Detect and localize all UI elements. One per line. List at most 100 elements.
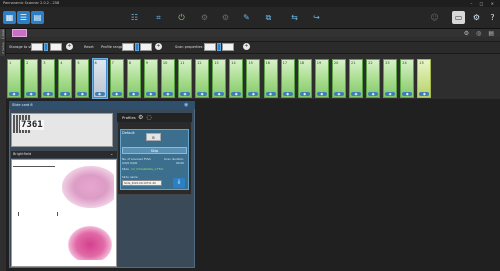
slide-slot[interactable]: 21 ◉ [349, 59, 363, 98]
eye-icon[interactable]: ◉ [77, 92, 88, 96]
user-icon[interactable]: ☺ [428, 11, 441, 24]
settings-row [6, 41, 500, 54]
skip-button[interactable]: Skip [122, 147, 187, 154]
slide-slot[interactable]: 9 ◉ [143, 59, 158, 98]
scan-queue-row [6, 29, 500, 37]
eye-icon[interactable]: ◉ [333, 92, 344, 96]
slide-slot[interactable]: 10 ◉ [160, 59, 175, 98]
chevron-down-icon[interactable]: ⌄ [110, 151, 113, 156]
eye-icon[interactable]: ◉ [214, 92, 225, 96]
slide-slot[interactable]: 20 ◉ [331, 59, 346, 98]
eye-icon[interactable]: ◉ [282, 92, 293, 96]
slot-number: 15 [248, 61, 253, 65]
slide-slot[interactable]: 3 ◉ [41, 59, 56, 98]
eye-icon[interactable]: ◉ [180, 92, 190, 96]
eye-icon[interactable]: ◉ [419, 92, 430, 96]
slide-slot[interactable]: 19 ◉ [314, 59, 329, 98]
reset-label[interactable]: Reset [84, 45, 94, 49]
eye-icon[interactable]: ◉ [26, 92, 37, 96]
eye-icon[interactable]: ◉ [9, 92, 19, 96]
eye-icon[interactable]: ◉ [94, 92, 105, 96]
slide-slot[interactable]: 25 ◉ [417, 59, 432, 98]
export-icon[interactable]: ⇆ [288, 11, 301, 24]
eye-icon[interactable]: ◉ [111, 92, 122, 96]
slide-slot[interactable]: 22 ◉ [366, 59, 381, 98]
eye-icon[interactable]: ◉ [184, 102, 188, 108]
eye-icon[interactable]: ◉ [402, 92, 413, 96]
scan-spin[interactable] [217, 43, 221, 51]
eye-icon[interactable]: ◉ [368, 92, 379, 96]
slot-number: 21 [351, 61, 356, 65]
eye-icon[interactable]: ◉ [248, 92, 259, 96]
eye-icon[interactable]: ◉ [197, 92, 208, 96]
storage-from-field[interactable]: 1 [31, 43, 43, 60]
slide-slot[interactable]: 14 ◉ [229, 59, 244, 98]
view-grid-icon[interactable]: ▦ [3, 11, 16, 24]
slide-slot[interactable]: 24 ◉ [400, 59, 415, 98]
transfer-icon[interactable]: ↪ [310, 11, 323, 24]
adjust-icon[interactable]: ☷ [128, 11, 141, 24]
slide-slot[interactable]: 7 ◉ [109, 59, 124, 98]
scan-queue-tab[interactable] [12, 29, 27, 37]
eye-icon[interactable]: ◉ [299, 92, 310, 96]
view-tiles-icon[interactable]: ▤ [31, 11, 44, 24]
scan-from-field[interactable]: 1 [204, 43, 216, 60]
slide-slot[interactable]: 18 ◉ [297, 59, 312, 98]
edit-icon[interactable]: ✎ [240, 11, 253, 24]
slot-number: 6 [94, 61, 97, 65]
row-gear-icon[interactable]: ⚙ [464, 30, 469, 37]
row-target-icon[interactable]: ◎ [476, 30, 481, 37]
help-icon[interactable]: ? [486, 11, 499, 24]
network-icon[interactable]: ⧉ [262, 11, 275, 24]
slide-slot[interactable]: 13 ◉ [212, 59, 227, 98]
scan-marker-line [13, 166, 55, 167]
slide-name-field[interactable]: Slide_2020-09-10T11:46 [122, 180, 162, 186]
profile-to-field[interactable]: 1 [140, 43, 152, 60]
slide-slot[interactable]: 12 ◉ [195, 59, 210, 98]
profile-spin[interactable] [135, 43, 139, 51]
power-icon[interactable]: ⏻ [175, 11, 188, 24]
microscope-icon[interactable]: ⌗ [152, 11, 165, 24]
eye-icon[interactable]: ◉ [128, 92, 139, 96]
slide-slot[interactable]: 8 ◉ [126, 59, 141, 98]
slide-slot[interactable]: 23 ◉ [383, 59, 398, 98]
slot-number: 11 [180, 61, 185, 65]
slide-slot[interactable]: 17 ◉ [280, 59, 295, 98]
scan-add-button[interactable]: + [243, 43, 250, 50]
window-controls[interactable]: – □ × [470, 0, 497, 7]
scan-start-icon[interactable]: ⇩ [173, 178, 185, 188]
slide-slot[interactable]: 15 ◉ [246, 59, 261, 98]
eye-icon[interactable]: ◉ [145, 92, 156, 96]
view-list-icon[interactable]: ☰ [17, 11, 30, 24]
eye-icon[interactable]: ◉ [385, 92, 396, 96]
slide-slot[interactable]: 5 ◉ [75, 59, 90, 98]
slide-card-header [9, 101, 195, 109]
slide-slot[interactable]: 16 ◉ [263, 59, 278, 98]
row-list-icon[interactable]: ▤ [488, 30, 494, 37]
storage-spin[interactable] [44, 43, 48, 51]
eye-icon[interactable]: ◉ [351, 92, 361, 96]
slide-name-label: Slide name [122, 175, 138, 179]
refresh-icon[interactable]: ◌ [146, 114, 154, 121]
profile-add-button[interactable]: + [155, 43, 162, 50]
eye-icon[interactable]: ◉ [43, 92, 54, 96]
gear-icon[interactable]: ⚙ [470, 11, 483, 24]
profile-from-field[interactable]: 1 [122, 43, 134, 60]
profile-chip[interactable]: B [146, 133, 161, 141]
eye-icon[interactable]: ◉ [60, 92, 71, 96]
eye-icon[interactable]: ◉ [231, 92, 242, 96]
slide-slot[interactable]: 6 ◉ [92, 59, 107, 98]
slide-slot[interactable]: 4 ◉ [58, 59, 73, 98]
storage-to-field[interactable]: 1 [50, 43, 62, 60]
slide-link[interactable]: (1) (VirtualSlide_1-F5X) [131, 167, 164, 171]
eye-icon[interactable]: ◉ [162, 92, 173, 96]
scan-to-field[interactable]: 1 [222, 43, 234, 60]
storage-add-button[interactable]: + [66, 43, 73, 50]
slide-slot[interactable]: 1 ◉ [7, 59, 21, 98]
slide-slot[interactable]: 11 ◉ [178, 59, 192, 98]
slide-slot[interactable]: 2 ◉ [24, 59, 39, 98]
eye-icon[interactable]: ◉ [316, 92, 327, 96]
slot-number: 7 [111, 61, 114, 65]
monitor-icon[interactable]: ▭ [452, 11, 465, 24]
eye-icon[interactable]: ◉ [265, 92, 276, 96]
